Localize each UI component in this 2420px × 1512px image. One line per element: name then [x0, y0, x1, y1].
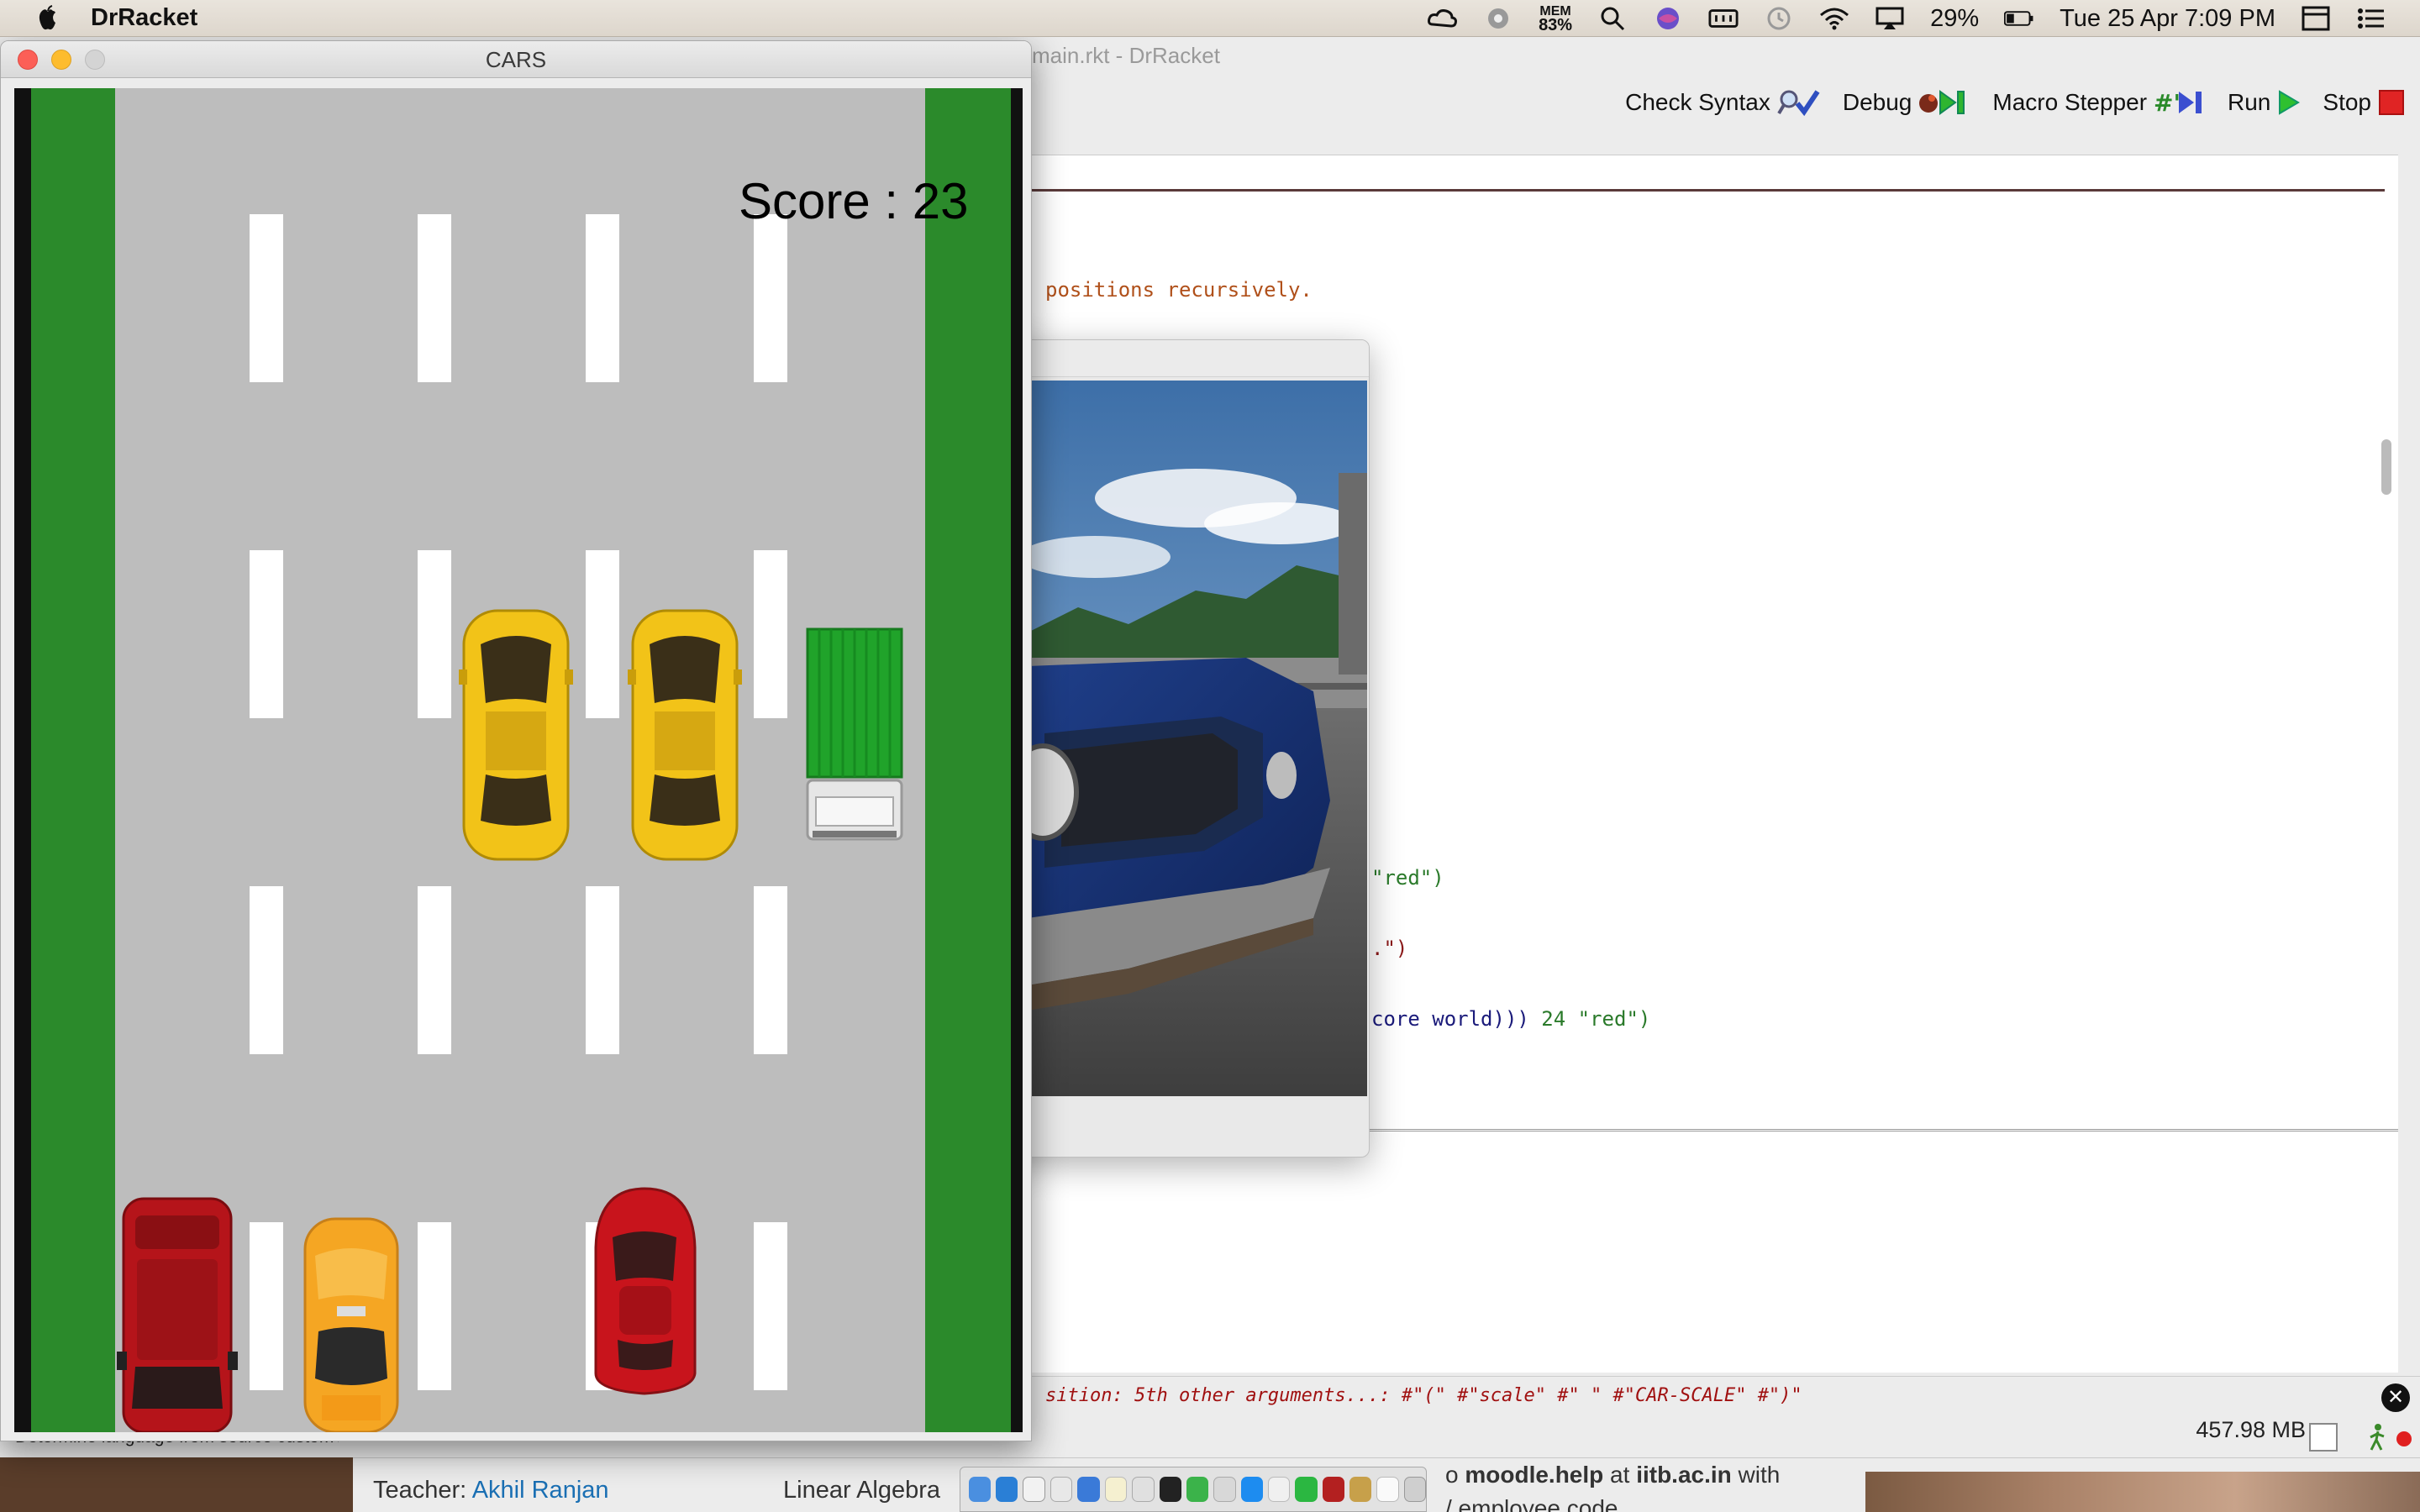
- error-bar: sition: 5th other arguments...: #"(" #"s…: [1032, 1376, 2420, 1418]
- recording-dot-icon: [2396, 1431, 2412, 1446]
- stop-label: Stop: [2323, 89, 2371, 115]
- macro-stepper-icon: #': [2154, 89, 2202, 117]
- creative-cloud-icon[interactable]: [1428, 6, 1458, 31]
- stop-icon: [2379, 90, 2404, 115]
- muscle-car-photo: [1028, 381, 1367, 1096]
- course-name: Linear Algebra: [783, 1477, 941, 1504]
- racket-icon[interactable]: [1322, 1477, 1344, 1502]
- siri-icon[interactable]: [1653, 6, 1683, 31]
- app-menu[interactable]: DrRacket: [91, 4, 197, 32]
- menu-bar: DrRacket MEM 83% 29% Tue 25 Apr 7:09 PM: [0, 0, 2420, 37]
- help-text: o moodle.help at iitb.ac.in with / emplo…: [1445, 1458, 1916, 1512]
- help-line2: / employee code: [1445, 1495, 1618, 1512]
- drracket-toolbar: Check Syntax Debug Macro Stepper #' Run …: [1625, 74, 2420, 131]
- help-suffix: with: [1731, 1462, 1781, 1488]
- cars-titlebar[interactable]: CARS: [1, 41, 1031, 78]
- code-line-c-expr: core world))): [1371, 1007, 1529, 1031]
- drracket-title: main.rkt - DrRacket: [1032, 43, 1220, 68]
- time-machine-icon[interactable]: [1764, 6, 1794, 31]
- run-icon: [2279, 90, 2301, 115]
- itunes-icon[interactable]: [1267, 1477, 1291, 1502]
- keyboard-icon[interactable]: [1708, 6, 1739, 31]
- right-grass: [925, 88, 1011, 1432]
- menu-extras: MEM 83% 29% Tue 25 Apr 7:09 PM: [1428, 0, 2386, 37]
- help-prefix: o: [1445, 1462, 1465, 1488]
- cars-game-window: CARS Score: 23: [0, 40, 1032, 1441]
- background-photo: [1865, 1472, 2420, 1512]
- ring-icon[interactable]: [1483, 6, 1513, 31]
- close-error-icon[interactable]: ✕: [2381, 1383, 2410, 1412]
- svg-text:#': #': [2154, 89, 2181, 117]
- help-email-domain: iitb.ac.in: [1636, 1462, 1732, 1488]
- document-icon[interactable]: [1376, 1477, 1399, 1502]
- app-store-icon[interactable]: [1240, 1477, 1263, 1502]
- run-label: Run: [2228, 89, 2271, 115]
- apple-icon[interactable]: [34, 4, 62, 33]
- archive-icon[interactable]: [1349, 1477, 1372, 1502]
- chrome-icon[interactable]: [1213, 1477, 1236, 1502]
- debug-button[interactable]: Debug: [1843, 88, 1971, 117]
- magnifier-check-icon: [1777, 90, 1820, 117]
- battery-icon[interactable]: [2004, 6, 2034, 31]
- wifi-icon[interactable]: [1819, 6, 1849, 31]
- red-sports-car: [594, 1187, 697, 1395]
- memory-meter-value: 83%: [1539, 16, 1573, 34]
- running-man-icon: [2370, 1424, 2385, 1451]
- macro-stepper-label: Macro Stepper: [1992, 89, 2148, 115]
- calendar-icon[interactable]: [1023, 1477, 1045, 1502]
- score-display: Score : 23: [739, 173, 969, 229]
- code-line-c: core world))) 24 "red"): [1371, 1007, 1650, 1031]
- macro-stepper-button[interactable]: Macro Stepper #': [1992, 88, 2206, 117]
- messages-icon[interactable]: [1186, 1477, 1209, 1502]
- yellow-car-1: [459, 609, 573, 861]
- gc-box[interactable]: [2309, 1423, 2338, 1452]
- code-line-c-number: 24: [1541, 1007, 1566, 1031]
- terminal-icon[interactable]: [1159, 1477, 1181, 1502]
- notes-icon[interactable]: [1104, 1477, 1128, 1502]
- memory-usage: 457.98 MB: [2196, 1417, 2306, 1442]
- debug-label: Debug: [1842, 89, 1912, 115]
- stop-button[interactable]: Stop: [2323, 89, 2405, 116]
- preview-icon[interactable]: [1077, 1477, 1100, 1502]
- user-switcher-icon[interactable]: [2301, 6, 2331, 31]
- check-syntax-label: Check Syntax: [1625, 89, 1770, 115]
- battery-percent: 29%: [1930, 4, 1980, 32]
- orange-taxi: [303, 1217, 399, 1434]
- cars-window-title: CARS: [485, 47, 547, 72]
- textedit-icon[interactable]: [1132, 1477, 1155, 1502]
- code-comment: positions recursively.: [1045, 278, 1313, 302]
- code-line-red-a: "red"): [1371, 866, 1444, 890]
- help-at: at: [1603, 1462, 1637, 1488]
- notification-center-icon[interactable]: [2356, 6, 2386, 31]
- check-syntax-button[interactable]: Check Syntax: [1625, 88, 1821, 117]
- interactions-pane[interactable]: [1032, 1129, 2398, 1373]
- code-line-b: ."): [1371, 937, 1408, 960]
- macos-dock: [960, 1467, 1427, 1512]
- definitions-separator: [1032, 189, 2385, 192]
- game-canvas[interactable]: Score : 23: [14, 88, 1023, 1434]
- airplay-icon[interactable]: [1875, 6, 1905, 31]
- search-icon[interactable]: [1597, 6, 1628, 31]
- left-grass: [31, 88, 115, 1432]
- trash-icon[interactable]: [1403, 1477, 1426, 1502]
- code-line-c-string: "red"): [1577, 1007, 1651, 1031]
- teacher-link[interactable]: Akhil Ranjan: [472, 1477, 609, 1504]
- finder-icon[interactable]: [969, 1477, 992, 1502]
- road-scene: [14, 88, 1023, 1434]
- help-email-user: moodle.help: [1465, 1462, 1604, 1488]
- contacts-icon[interactable]: [1050, 1477, 1073, 1502]
- teacher-label: Teacher:: [373, 1477, 467, 1504]
- run-button[interactable]: Run: [2228, 88, 2301, 117]
- debug-icon: [1919, 90, 1965, 115]
- whatsapp-icon[interactable]: [1295, 1477, 1318, 1502]
- green-truck: [806, 627, 903, 841]
- teacher-line: Teacher: Akhil Ranjan: [373, 1477, 609, 1504]
- clock[interactable]: Tue 25 Apr 7:09 PM: [2060, 5, 2275, 33]
- yellow-car-2: [628, 609, 742, 861]
- safari-icon[interactable]: [996, 1477, 1018, 1502]
- definitions-scrollbar[interactable]: [2381, 439, 2391, 495]
- red-suv: [117, 1197, 238, 1434]
- memory-meter[interactable]: MEM 83%: [1539, 5, 1573, 34]
- error-message: sition: 5th other arguments...: #"(" #"s…: [1045, 1385, 1802, 1406]
